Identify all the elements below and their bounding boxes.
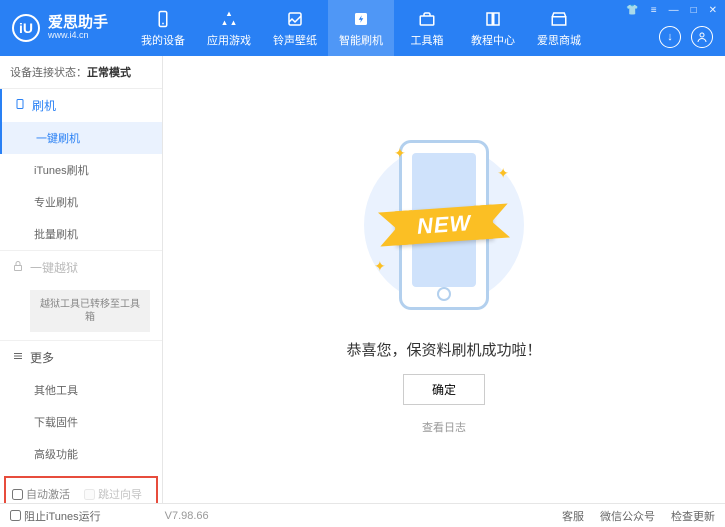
app-header: iU 爱思助手 www.i4.cn 我的设备 应用游戏 铃声壁纸 智能刷机 工具…	[0, 0, 725, 56]
nav-my-device[interactable]: 我的设备	[130, 0, 196, 56]
skin-icon[interactable]: 👕	[624, 3, 640, 18]
header-actions: ↓	[659, 26, 713, 48]
menu-icon[interactable]: ≡	[649, 3, 659, 18]
sidebar-section-jailbreak: 一键越狱	[0, 251, 162, 284]
nav-toolbox[interactable]: 工具箱	[394, 0, 460, 56]
footer-link-wechat[interactable]: 微信公众号	[600, 508, 655, 524]
options-box: 自动激活 跳过向导	[4, 476, 158, 503]
main-content: ✦ ✦ ✦ NEW 恭喜您，保资料刷机成功啦！ 确定 查看日志	[163, 56, 725, 503]
toolbox-icon	[417, 9, 437, 29]
nav-tutorials[interactable]: 教程中心	[460, 0, 526, 56]
auto-activate-checkbox[interactable]: 自动激活	[12, 486, 70, 502]
view-log-link[interactable]: 查看日志	[422, 419, 466, 435]
new-ribbon: NEW	[394, 204, 494, 245]
version-label: V7.98.66	[165, 510, 209, 522]
flash-icon	[351, 9, 371, 29]
block-itunes-checkbox[interactable]: 阻止iTunes运行	[10, 508, 101, 524]
more-icon	[12, 350, 24, 365]
connection-status: 设备连接状态：正常模式	[0, 56, 162, 89]
success-illustration: ✦ ✦ ✦ NEW	[354, 125, 534, 325]
close-icon[interactable]: ✕	[707, 3, 719, 18]
download-button[interactable]: ↓	[659, 26, 681, 48]
sidebar: 设备连接状态：正常模式 刷机 一键刷机 iTunes刷机 专业刷机 批量刷机 一…	[0, 56, 163, 503]
flash-section-icon	[14, 98, 26, 113]
store-icon	[549, 9, 569, 29]
footer-link-update[interactable]: 检查更新	[671, 508, 715, 524]
nav-ringtones[interactable]: 铃声壁纸	[262, 0, 328, 56]
footer: 阻止iTunes运行 V7.98.66 客服 微信公众号 检查更新	[0, 503, 725, 527]
lock-icon	[12, 260, 24, 275]
jailbreak-note: 越狱工具已转移至工具箱	[30, 290, 150, 332]
sidebar-item-download-firmware[interactable]: 下载固件	[0, 406, 162, 438]
apps-icon	[219, 9, 239, 29]
app-subtitle: www.i4.cn	[48, 31, 108, 41]
window-controls: 👕 ≡ — □ ✕	[624, 3, 719, 18]
wallpaper-icon	[285, 9, 305, 29]
ok-button[interactable]: 确定	[403, 374, 485, 405]
success-message: 恭喜您，保资料刷机成功啦！	[346, 339, 541, 360]
user-button[interactable]	[691, 26, 713, 48]
sidebar-section-flash[interactable]: 刷机	[0, 89, 162, 122]
logo-icon: iU	[12, 14, 40, 42]
skip-guide-checkbox[interactable]: 跳过向导	[84, 486, 142, 502]
sidebar-item-advanced[interactable]: 高级功能	[0, 438, 162, 470]
top-nav: 我的设备 应用游戏 铃声壁纸 智能刷机 工具箱 教程中心 爱思商城	[130, 0, 592, 56]
sidebar-section-more[interactable]: 更多	[0, 341, 162, 374]
nav-apps[interactable]: 应用游戏	[196, 0, 262, 56]
sidebar-item-itunes-flash[interactable]: iTunes刷机	[0, 154, 162, 186]
footer-link-support[interactable]: 客服	[562, 508, 584, 524]
sidebar-item-other-tools[interactable]: 其他工具	[0, 374, 162, 406]
maximize-icon[interactable]: □	[689, 3, 699, 18]
logo: iU 爱思助手 www.i4.cn	[0, 14, 120, 42]
minimize-icon[interactable]: —	[667, 3, 681, 18]
sidebar-item-pro-flash[interactable]: 专业刷机	[0, 186, 162, 218]
nav-store[interactable]: 爱思商城	[526, 0, 592, 56]
nav-flash[interactable]: 智能刷机	[328, 0, 394, 56]
book-icon	[483, 9, 503, 29]
sidebar-item-oneclick-flash[interactable]: 一键刷机	[0, 122, 162, 154]
sidebar-item-batch-flash[interactable]: 批量刷机	[0, 218, 162, 250]
app-title: 爱思助手	[48, 15, 108, 32]
phone-icon	[153, 9, 173, 29]
